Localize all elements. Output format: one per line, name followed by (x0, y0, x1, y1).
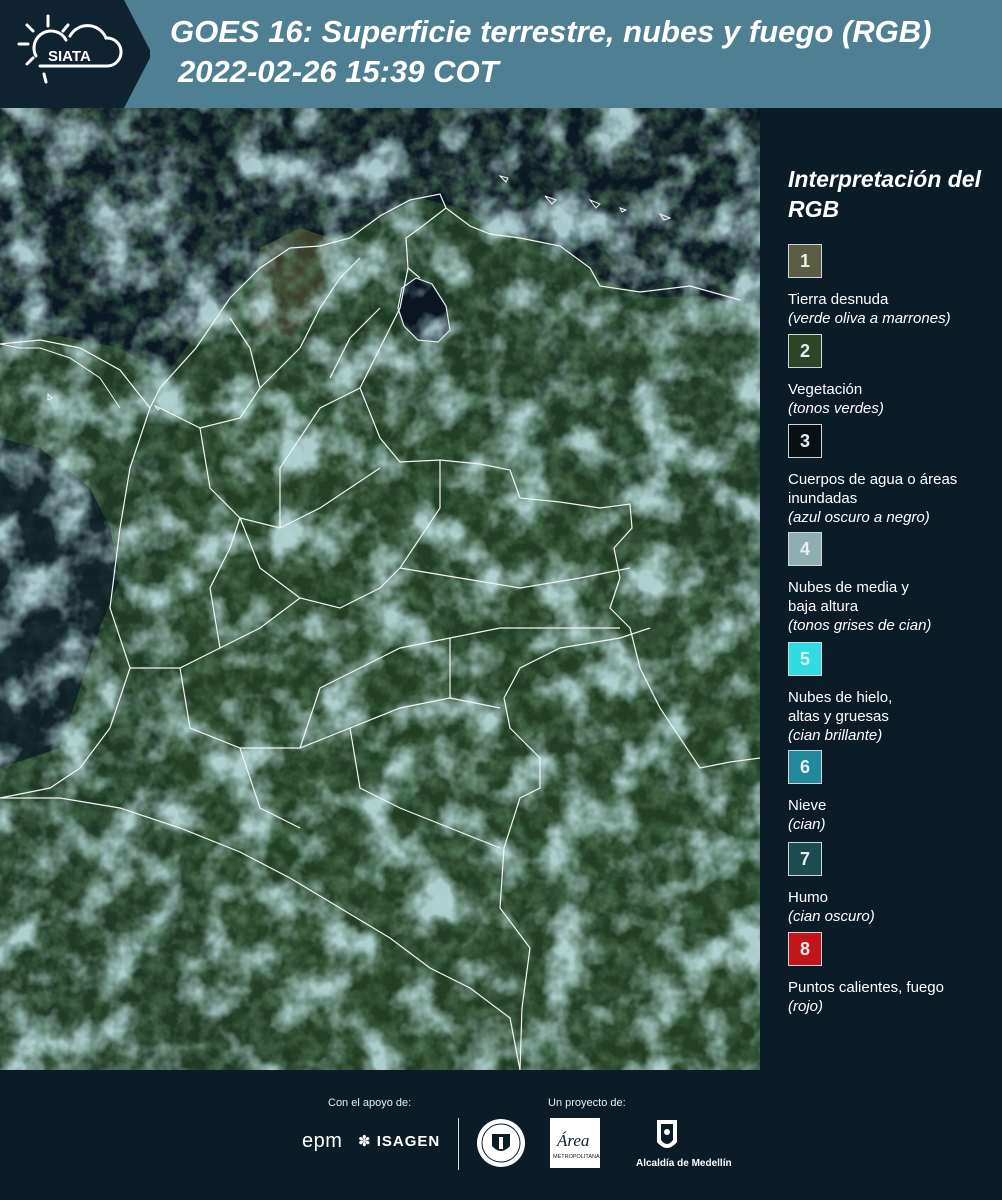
legend-item-label: Tierra desnuda (788, 291, 889, 308)
legend-item-sub: (cian brillante) (788, 727, 883, 744)
legend-item-fire: 8 Puntos calientes, fuego (rojo) (788, 932, 998, 1016)
datetime-label: 2022-02-26 15:39 COT (178, 54, 499, 89)
legend-item-label: Puntos calientes, fuego (788, 979, 944, 996)
siata-logo: SIATA (0, 0, 150, 108)
isagen-logo: ✽ ISAGEN (358, 1132, 440, 1150)
legend-item-label: Cuerpos de agua o áreas inundadas (788, 471, 958, 507)
project-label: Un proyecto de: (548, 1097, 626, 1109)
legend-item-label: Humo (788, 889, 829, 906)
legend-item-bare-soil: 1 Tierra desnuda (verde oliva a marrones… (788, 244, 998, 328)
legend-item-smoke: 7 Humo (cian oscuro) (788, 842, 998, 926)
legend-swatch-8: 8 (788, 932, 822, 966)
legend-item-mid-low-clouds: 4 Nubes de media y baja altura (tonos gr… (788, 532, 998, 635)
university-seal-icon (476, 1118, 526, 1168)
legend-item-label: Nubes de hielo, altas y gruesas (788, 689, 893, 725)
legend-swatch-5: 5 (788, 642, 822, 676)
legend-item-label: Nubes de media y baja altura (788, 579, 909, 615)
legend-panel: Interpretación del RGB 1 Tierra desnuda … (760, 108, 1002, 1070)
legend-item-vegetation: 2 Vegetación (tonos verdes) (788, 334, 998, 418)
legend-title: Interpretación del RGB (788, 166, 981, 222)
satellite-map[interactable] (0, 108, 760, 1070)
legend-swatch-3: 3 (788, 424, 822, 458)
isagen-text: ISAGEN (376, 1133, 441, 1150)
legend-item-sub: (tonos verdes) (788, 400, 884, 417)
epm-logo: epm (302, 1130, 343, 1152)
legend-item-sub: (cian oscuro) (788, 908, 875, 925)
legend-item-ice-clouds: 5 Nubes de hielo, altas y gruesas (cian … (788, 642, 998, 745)
header-bar: SIATA GOES 16: Superficie terrestre, nub… (0, 0, 1002, 108)
svg-text:Área: Área (556, 1131, 589, 1150)
legend-swatch-7: 7 (788, 842, 822, 876)
legend-item-sub: (tonos grises de cian) (788, 617, 932, 634)
alcaldia-medellin-label: Alcaldía de Medellín (636, 1158, 732, 1169)
svg-text:METROPOLITANA: METROPOLITANA (553, 1154, 600, 1160)
isagen-icon: ✽ (358, 1133, 372, 1150)
legend-item-water: 3 Cuerpos de agua o áreas inundadas (azu… (788, 424, 998, 527)
support-label: Con el apoyo de: (328, 1097, 412, 1109)
legend-item-label: Vegetación (788, 381, 863, 398)
legend-item-snow: 6 Nieve (cian) (788, 750, 998, 834)
legend-item-sub: (cian) (788, 816, 826, 833)
legend-swatch-2: 2 (788, 334, 822, 368)
page-title: GOES 16: Superficie terrestre, nubes y f… (170, 14, 932, 49)
legend-swatch-6: 6 (788, 750, 822, 784)
svg-text:SIATA: SIATA (48, 48, 91, 65)
footer-divider (458, 1118, 459, 1170)
legend-swatch-4: 4 (788, 532, 822, 566)
legend-swatch-1: 1 (788, 244, 822, 278)
legend-item-sub: (azul oscuro a negro) (788, 509, 930, 526)
legend-item-sub: (rojo) (788, 998, 824, 1015)
area-metropolitana-logo: Área METROPOLITANA (550, 1118, 600, 1168)
legend-item-sub: (verde oliva a marrones) (788, 310, 951, 327)
footer: Con el apoyo de: Un proyecto de: epm ✽ I… (0, 1070, 1002, 1200)
legend-item-label: Nieve (788, 797, 827, 814)
